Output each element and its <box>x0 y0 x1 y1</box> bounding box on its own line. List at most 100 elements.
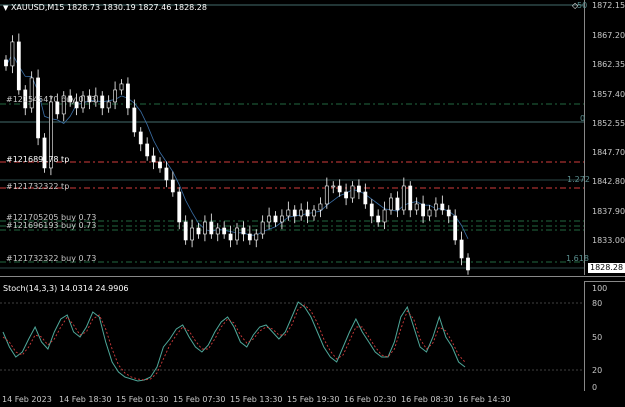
order-label[interactable]: #121545470 buy 0.73 <box>6 95 96 104</box>
fib-label-upper: 1.272 <box>567 175 590 184</box>
candle-body <box>158 161 162 169</box>
candle-body <box>132 107 137 133</box>
candle-body <box>382 209 387 223</box>
fib-label-lower: 1.618 <box>566 254 589 263</box>
candle-body <box>267 215 271 223</box>
order-label[interactable]: #121689178 tp <box>6 155 69 164</box>
price-tick: 1842.80 <box>592 177 625 186</box>
candle-body <box>126 83 130 109</box>
current-price-tag: 1828.28 <box>588 263 625 273</box>
candle-body <box>4 59 8 67</box>
candle-body <box>331 185 336 188</box>
candle-body <box>106 101 111 109</box>
candle-body <box>466 257 470 271</box>
candle-body <box>36 77 40 139</box>
candle-body <box>453 215 458 241</box>
candle-body <box>292 209 297 217</box>
candle-body <box>222 227 227 235</box>
candle-body <box>312 209 316 217</box>
menu-arrow-icon[interactable]: ▼ <box>3 4 8 12</box>
price-tick: 1837.90 <box>592 207 625 216</box>
candle-body <box>305 209 310 217</box>
price-tick: 1867.20 <box>592 31 625 40</box>
order-label[interactable]: #121696193 buy 0.73 <box>6 221 96 230</box>
candle-body <box>196 227 201 235</box>
candle-body <box>151 155 156 163</box>
candle-body <box>337 185 342 193</box>
time-tick: 16 Feb 08:30 <box>401 395 454 404</box>
candle-body <box>164 167 169 181</box>
price-tick: 1833.00 <box>592 236 625 245</box>
order-label[interactable]: #121732322 buy 0.73 <box>6 254 96 263</box>
candle-body <box>16 41 21 91</box>
symbol-timeframe: XAUUSD,M15 <box>10 3 65 12</box>
candle-body <box>324 185 329 205</box>
price-tick: 1847.70 <box>592 148 625 157</box>
candle-body <box>254 233 259 241</box>
candle-body <box>273 215 278 223</box>
price-tick: 1852.55 <box>592 119 625 128</box>
candle-body <box>421 203 425 217</box>
candle-body <box>344 191 348 199</box>
ohlc-values: 1828.73 1830.19 1827.46 1828.28 <box>67 3 207 12</box>
candle-body <box>280 215 284 223</box>
price-tick: 1857.40 <box>592 90 625 99</box>
fib-label-top: 50 <box>577 1 588 10</box>
candle-body <box>357 185 361 193</box>
price-tick: 1862.35 <box>592 60 625 69</box>
candle-body <box>183 221 188 241</box>
time-tick: 14 Feb 18:30 <box>59 395 112 404</box>
candle-body <box>228 233 233 241</box>
candle-body <box>369 203 374 217</box>
time-tick: 15 Feb 13:30 <box>230 395 283 404</box>
stoch-tick: 0 <box>592 383 598 392</box>
time-tick: 15 Feb 07:30 <box>173 395 226 404</box>
candle-body <box>299 209 304 217</box>
candle-body <box>119 83 124 91</box>
time-tick: 14 Feb 2023 <box>2 395 52 404</box>
stoch-tick: 20 <box>592 366 603 375</box>
time-tick: 15 Feb 19:30 <box>287 395 340 404</box>
time-tick: 16 Feb 14:30 <box>458 395 511 404</box>
candle-body <box>113 89 117 103</box>
candle-body <box>440 203 445 211</box>
time-tick: 15 Feb 01:30 <box>116 395 169 404</box>
candle-body <box>203 221 207 235</box>
candle-body <box>376 215 381 223</box>
candle-body <box>215 227 220 235</box>
candle-body <box>260 221 265 235</box>
candle-body <box>350 185 355 199</box>
candle-body <box>395 197 400 211</box>
candle-body <box>427 209 432 217</box>
candle-body <box>209 221 214 235</box>
candle-body <box>235 227 239 241</box>
order-label[interactable]: #121732322 tp <box>6 182 69 191</box>
candle-body <box>434 203 438 211</box>
candle-body <box>177 191 182 223</box>
stoch-header: Stoch(14,3,3) 14.0314 24.9906 <box>3 284 129 293</box>
candle-body <box>247 233 252 241</box>
stoch-tick: 50 <box>592 333 603 342</box>
stoch-tick: 100 <box>592 284 608 293</box>
candle-body <box>414 203 419 211</box>
candle-body <box>286 209 291 217</box>
candle-body <box>10 41 15 67</box>
symbol-header: ▼ XAUUSD,M15 1828.73 1830.19 1827.46 182… <box>3 3 207 13</box>
candle-body <box>100 95 105 109</box>
time-tick: 16 Feb 02:30 <box>344 395 397 404</box>
candle-body <box>145 143 150 157</box>
candle-body <box>389 197 393 211</box>
candle-body <box>138 131 143 145</box>
candle-body <box>446 209 451 217</box>
candle-body <box>401 185 406 211</box>
stochastic-chart[interactable] <box>0 281 585 391</box>
candle-body <box>459 239 464 259</box>
candle-body <box>170 179 175 193</box>
candle-body <box>318 203 323 211</box>
candle-body <box>190 227 194 241</box>
candle-body <box>363 191 368 205</box>
candle-body <box>408 185 413 211</box>
price-chart[interactable] <box>0 0 585 275</box>
candle-body <box>241 227 246 235</box>
price-tick: 1872.15 <box>592 1 625 10</box>
